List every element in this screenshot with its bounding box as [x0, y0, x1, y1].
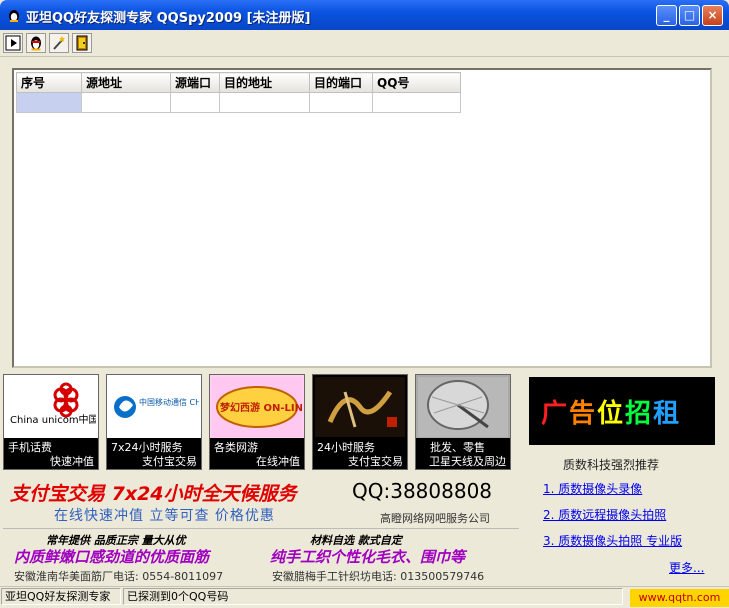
ad-rent-char: 广: [541, 399, 570, 429]
table-row[interactable]: [16, 92, 461, 113]
exit-button[interactable]: [72, 33, 92, 53]
ad-caption-line2: 支付宝交易: [348, 455, 403, 468]
recommend-link-3[interactable]: 3. 质数摄像头拍照 专业版: [543, 532, 682, 549]
status-app-name: 亚坦QQ好友探测专家: [1, 588, 121, 605]
unicom-logo-text: China unicom中国联通: [10, 413, 96, 426]
game-logo-text: 梦幻西游 ON-LINE: [220, 401, 302, 414]
promo-right-main[interactable]: 纯手工织个性化毛衣、围巾等: [270, 546, 465, 567]
china-mobile-logo-text: 中国移动通信 CHINA MOBILE: [139, 397, 199, 407]
calligraphy-logo-icon: [315, 377, 405, 437]
promo-subline[interactable]: 在线快速冲值 立等可查 价格优惠: [54, 505, 275, 525]
result-grid[interactable]: 序号 源地址 源端口 目的地址 目的端口 QQ号: [12, 68, 712, 368]
unicom-logo-icon: China unicom中国联通: [6, 377, 96, 437]
recommend-link-1[interactable]: 1. 质数摄像头录像: [543, 480, 642, 497]
status-message: 已探测到0个QQ号码: [123, 588, 623, 605]
wizard-button[interactable]: [49, 33, 69, 53]
result-table: 序号 源地址 源端口 目的地址 目的端口 QQ号: [16, 72, 461, 113]
satellite-dish-icon: [418, 377, 508, 437]
column-header-src-address[interactable]: 源地址: [81, 72, 171, 93]
promo-company: 高瞪网络网吧服务公司: [380, 512, 490, 525]
promo-left-contact: 安徽淮南华美面筋厂电话: 0554-8011097: [14, 570, 224, 583]
close-icon: ×: [707, 8, 718, 22]
table-cell-qq-number[interactable]: [372, 92, 461, 113]
close-button[interactable]: ×: [702, 5, 723, 26]
ad-rent-char: 告: [569, 399, 598, 429]
recommend-title: 质数科技强烈推荐: [563, 458, 660, 472]
recommend-link-2[interactable]: 2. 质数远程摄像头拍照: [543, 506, 666, 523]
china-mobile-logo-icon: 中国移动通信 CHINA MOBILE: [109, 377, 199, 437]
column-header-dst-port[interactable]: 目的端口: [309, 72, 373, 93]
column-header-index[interactable]: 序号: [16, 72, 82, 93]
qq-button[interactable]: [26, 33, 46, 53]
site-watermark: www.qqtn.com: [630, 589, 729, 607]
ad-caption-line2: 卫星天线及周边: [429, 455, 506, 468]
game-logo-icon: 梦幻西游 ON-LINE: [212, 377, 302, 437]
ad-rent-char: 招: [625, 399, 654, 429]
ad-caption-line2: 支付宝交易: [142, 455, 197, 468]
ad-china-mobile-caption[interactable]: 7x24小时服务 支付宝交易: [106, 438, 202, 470]
column-header-src-port[interactable]: 源端口: [170, 72, 220, 93]
ad-rent-char: 租: [653, 399, 682, 429]
column-header-qq-number[interactable]: QQ号: [372, 72, 461, 93]
exit-door-icon: [76, 35, 88, 51]
magic-wand-icon: [53, 36, 65, 50]
start-button[interactable]: [3, 33, 23, 53]
minimize-button[interactable]: _: [656, 5, 677, 26]
table-cell-index[interactable]: [16, 92, 82, 113]
ad-caption-line2: 快速冲值: [50, 455, 94, 468]
ad-rent-char: 位: [597, 399, 626, 429]
main-window: 亚坦QQ好友探测专家 QQSpy2009 [未注册版] _ □ × 序号 源地址…: [0, 0, 729, 608]
ad-online-game[interactable]: 梦幻西游 ON-LINE: [209, 374, 305, 442]
ad-caption-line1: 手机话费: [8, 441, 52, 454]
status-bar: 亚坦QQ好友探测专家 已探测到0个QQ号码: [0, 586, 729, 608]
table-cell-dst-address[interactable]: [219, 92, 310, 113]
table-header-row: 序号 源地址 源端口 目的地址 目的端口 QQ号: [16, 72, 461, 93]
divider: [3, 528, 519, 529]
ad-unicom-caption[interactable]: 手机话费 快速冲值: [3, 438, 99, 470]
maximize-icon: □: [683, 8, 696, 22]
ad-rent-text: 广告位招租: [541, 393, 681, 430]
promo-headline[interactable]: 支付宝交易 7x24小时全天候服务: [10, 479, 297, 506]
minimize-icon: _: [663, 8, 670, 22]
qq-penguin-icon: [31, 36, 41, 51]
ad-caption-line2: 在线冲值: [256, 455, 300, 468]
window-title: 亚坦QQ好友探测专家 QQSpy2009 [未注册版]: [26, 11, 311, 26]
promo-right-contact: 安徽腊梅手工针织坊电话: 013500579746: [272, 570, 485, 583]
ad-caption-line1: 各类网游: [214, 441, 258, 454]
promo-qq-number[interactable]: QQ:38808808: [352, 479, 492, 503]
right-panel: 广告位招租 质数科技强烈推荐 1. 质数摄像头录像 2. 质数远程摄像头拍照 3…: [527, 374, 717, 579]
play-icon: [5, 35, 21, 51]
ad-satellite-caption[interactable]: 批发、零售 卫星天线及周边: [415, 438, 511, 470]
promo-left-main[interactable]: 内质鲜嫩口感劲道的优质面筋: [14, 546, 209, 567]
table-cell-src-address[interactable]: [81, 92, 171, 113]
table-cell-dst-port[interactable]: [309, 92, 373, 113]
column-header-dst-address[interactable]: 目的地址: [219, 72, 310, 93]
ad-online-game-caption[interactable]: 各类网游 在线冲值: [209, 438, 305, 470]
ad-satellite[interactable]: [415, 374, 511, 442]
toolbar: [0, 30, 729, 57]
table-cell-src-port[interactable]: [170, 92, 220, 113]
ad-unicom[interactable]: China unicom中国联通: [3, 374, 99, 442]
app-icon: [9, 10, 19, 22]
more-link[interactable]: 更多...: [669, 559, 704, 576]
maximize-button[interactable]: □: [679, 5, 700, 26]
ad-game-service-caption[interactable]: 24小时服务 支付宝交易: [312, 438, 408, 470]
ad-china-mobile[interactable]: 中国移动通信 CHINA MOBILE: [106, 374, 202, 442]
ad-game-service[interactable]: [312, 374, 408, 442]
title-bar[interactable]: 亚坦QQ好友探测专家 QQSpy2009 [未注册版] _ □ ×: [0, 0, 729, 30]
ad-rent-banner[interactable]: 广告位招租: [529, 377, 715, 445]
